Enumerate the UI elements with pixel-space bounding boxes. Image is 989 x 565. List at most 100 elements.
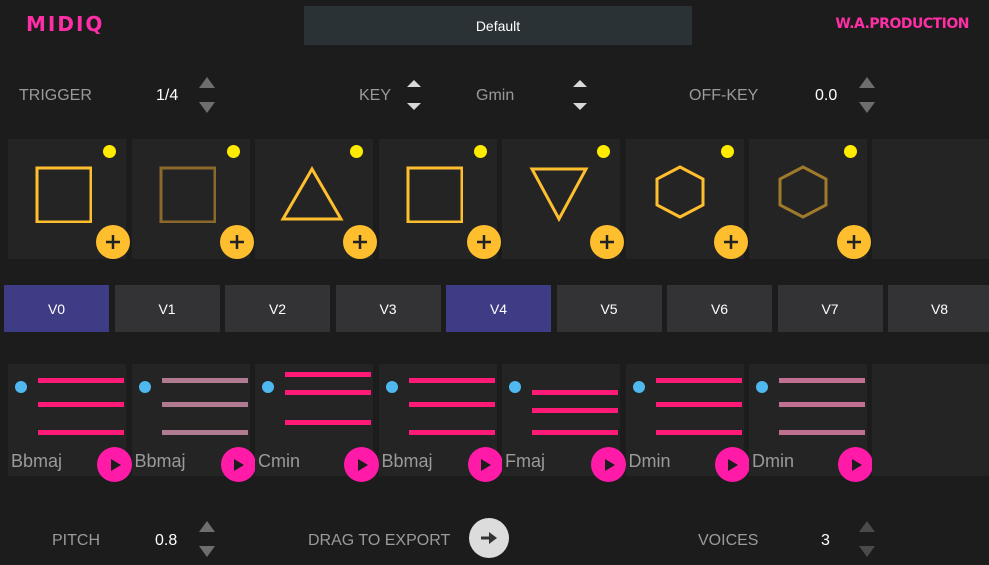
arrow-right-icon [481, 532, 497, 544]
down-arrow-icon[interactable] [199, 102, 215, 113]
play-icon [604, 458, 615, 471]
voices-stepper[interactable] [859, 521, 875, 557]
note-bar [408, 378, 495, 383]
note-bar [408, 430, 495, 435]
triangle-up-icon [279, 163, 349, 228]
play-button[interactable] [97, 447, 132, 482]
tab-v3[interactable]: V3 [335, 285, 441, 332]
plus-icon [476, 235, 491, 249]
note-bar [38, 378, 124, 383]
offkey-value[interactable]: 0.0 [815, 87, 837, 105]
tab-v7[interactable]: V7 [777, 285, 883, 332]
play-button[interactable] [220, 447, 256, 482]
brand-logo: W.A.PRODUCTION [835, 16, 969, 32]
pitch-label: PITCH [52, 532, 100, 549]
play-button[interactable] [838, 447, 873, 482]
up-arrow-icon[interactable] [199, 77, 215, 88]
chord-card[interactable]: Bbmaj [8, 364, 132, 482]
empty-shape-slot [872, 139, 989, 259]
shape-card[interactable] [378, 139, 501, 259]
down-arrow-icon[interactable] [407, 103, 421, 110]
add-button[interactable] [837, 225, 871, 259]
shape-card[interactable] [8, 139, 130, 259]
tab-v2[interactable]: V2 [225, 285, 330, 332]
tab-v1[interactable]: V1 [114, 285, 220, 332]
add-button[interactable] [590, 225, 624, 259]
add-button[interactable] [343, 225, 377, 259]
chord-name: Bbmaj [381, 451, 433, 471]
note-bar [532, 408, 618, 413]
chord-name: Bbmaj [11, 451, 63, 471]
note-bar [161, 402, 248, 407]
voices-value[interactable]: 3 [821, 532, 830, 550]
plus-icon [353, 235, 367, 249]
chord-card[interactable]: Bbmaj [131, 364, 256, 482]
pitch-stepper[interactable] [199, 521, 215, 557]
note-bar [285, 390, 371, 395]
tab-v5[interactable]: V5 [556, 285, 662, 332]
tab-v4[interactable]: V4 [446, 285, 551, 332]
export-drag-button[interactable] [469, 518, 509, 558]
scale-stepper[interactable] [572, 80, 588, 110]
play-button[interactable] [591, 447, 626, 482]
chord-name: Dmin [752, 451, 795, 471]
up-arrow-icon[interactable] [199, 521, 215, 532]
hexagon-icon [773, 163, 833, 228]
add-button[interactable] [466, 225, 501, 259]
square-icon [32, 163, 93, 228]
shape-card[interactable] [255, 139, 377, 259]
play-button[interactable] [714, 447, 750, 482]
shape-card[interactable] [131, 139, 254, 259]
note-bar [655, 378, 742, 383]
hexagon-icon [650, 163, 710, 228]
offkey-label: OFF-KEY [689, 87, 759, 104]
tab-v8[interactable]: V8 [888, 285, 989, 332]
trigger-stepper[interactable] [199, 77, 215, 113]
note-bar [38, 430, 124, 435]
tab-v6[interactable]: V6 [667, 285, 772, 332]
chord-card[interactable]: Dmin [625, 364, 750, 482]
up-arrow-icon[interactable] [407, 80, 421, 87]
down-arrow-icon[interactable] [573, 103, 587, 110]
chord-card[interactable]: Bbmaj [378, 364, 503, 482]
chord-name: Dmin [628, 451, 671, 471]
shape-card[interactable] [625, 139, 748, 259]
plus-icon [106, 235, 120, 249]
up-arrow-icon[interactable] [859, 77, 875, 88]
play-button[interactable] [467, 447, 503, 482]
add-button[interactable] [219, 225, 254, 259]
add-button[interactable] [96, 225, 130, 259]
key-value[interactable]: Gmin [476, 87, 514, 105]
key-stepper[interactable] [406, 80, 422, 110]
chord-card[interactable]: Cmin [255, 364, 379, 482]
shape-card[interactable] [749, 139, 871, 259]
note-bar [408, 402, 495, 407]
shape-card[interactable] [502, 139, 624, 259]
chord-indicator-dot [385, 381, 398, 393]
preset-selector[interactable]: Default [304, 6, 692, 45]
up-arrow-icon[interactable] [859, 521, 875, 532]
voices-label: VOICES [698, 532, 759, 549]
tab-v0[interactable]: V0 [4, 285, 109, 332]
plus-icon [847, 235, 861, 249]
play-button[interactable] [344, 447, 379, 482]
chord-card[interactable]: Dmin [749, 364, 873, 482]
square-icon [403, 163, 463, 228]
chord-card[interactable]: Fmaj [502, 364, 626, 482]
note-bar [161, 430, 248, 435]
app-logo: MIDIQ [26, 12, 105, 36]
add-button[interactable] [713, 225, 748, 259]
offkey-stepper[interactable] [859, 77, 875, 113]
down-arrow-icon[interactable] [859, 102, 875, 113]
play-icon [357, 458, 368, 471]
note-bar [655, 402, 742, 407]
down-arrow-icon[interactable] [859, 546, 875, 557]
note-bar [779, 430, 865, 435]
trigger-value[interactable]: 1/4 [156, 87, 178, 105]
pitch-value[interactable]: 0.8 [155, 532, 177, 550]
note-bar [285, 420, 371, 425]
trigger-label: TRIGGER [19, 87, 92, 104]
play-icon [481, 458, 491, 471]
up-arrow-icon[interactable] [573, 80, 587, 87]
down-arrow-icon[interactable] [199, 546, 215, 557]
